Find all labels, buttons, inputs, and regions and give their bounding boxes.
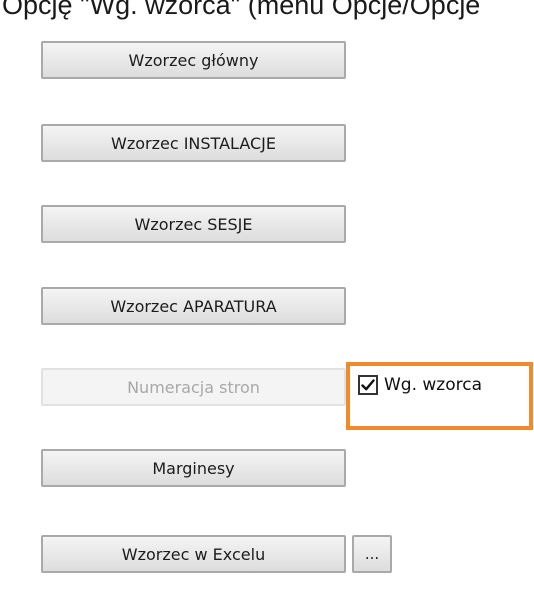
sessions-template-button[interactable]: Wzorzec SESJE — [41, 205, 346, 243]
by-template-checkbox[interactable] — [358, 375, 378, 395]
excel-template-button[interactable]: Wzorzec w Excelu — [41, 535, 346, 573]
checkmark-icon — [361, 379, 375, 391]
margins-button[interactable]: Marginesy — [41, 449, 346, 487]
by-template-label: Wg. wzorca — [384, 375, 483, 395]
browse-button[interactable]: ... — [352, 535, 392, 573]
installations-template-button[interactable]: Wzorzec INSTALACJE — [41, 124, 346, 162]
page-numbering-button: Numeracja stron — [41, 368, 346, 406]
caption-text: Opcję "Wg. wzorca" (menu Opcje/Opcje — [2, 0, 481, 20]
by-template-checkbox-row[interactable]: Wg. wzorca — [358, 373, 482, 397]
equipment-template-button[interactable]: Wzorzec APARATURA — [41, 287, 346, 325]
main-template-button[interactable]: Wzorzec główny — [41, 41, 346, 79]
